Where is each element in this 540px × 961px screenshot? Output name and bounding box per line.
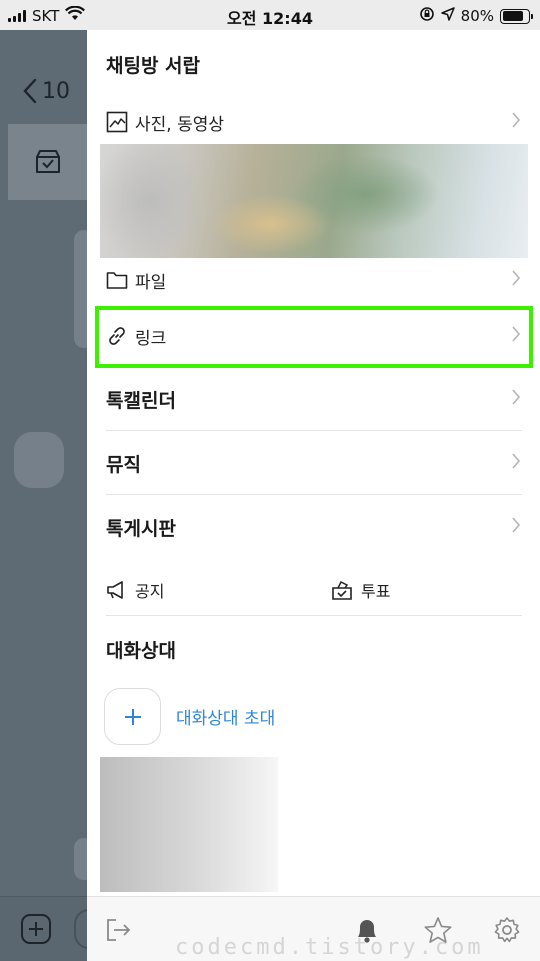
members-title: 대화상대 xyxy=(106,640,176,662)
exit-icon xyxy=(107,919,131,941)
plus-icon xyxy=(124,708,141,725)
vote-label: 투표 xyxy=(361,582,391,601)
battery-icon xyxy=(500,8,533,24)
drawer-item-calendar[interactable]: 톡캘린더 xyxy=(87,384,540,414)
calendar-label: 톡캘린더 xyxy=(106,389,176,412)
file-label: 파일 xyxy=(135,272,167,293)
highlight-box xyxy=(95,306,533,368)
chat-bubble xyxy=(14,432,64,488)
rotation-lock-icon xyxy=(419,6,435,26)
drawer-item-board[interactable]: 톡게시판 xyxy=(87,512,540,542)
media-label: 사진, 동영상 xyxy=(135,114,225,135)
notice-button[interactable]: 공지 xyxy=(105,578,164,602)
ballot-box-icon xyxy=(332,580,352,600)
settings-button[interactable] xyxy=(492,915,522,945)
chevron-right-icon xyxy=(511,516,521,538)
divider xyxy=(106,494,522,495)
watermark: codecmd.tistory.com xyxy=(175,935,484,960)
chevron-right-icon xyxy=(511,269,521,291)
location-icon xyxy=(440,7,455,25)
invite-label[interactable]: 대화상대 초대 xyxy=(176,704,275,729)
gear-icon xyxy=(494,917,520,943)
megaphone-icon xyxy=(107,581,123,599)
vote-button[interactable]: 투표 xyxy=(331,578,390,602)
drawer-item-file[interactable]: 파일 xyxy=(87,266,540,294)
leave-chat-button[interactable] xyxy=(103,915,133,945)
image-icon xyxy=(105,110,129,134)
plus-square-icon xyxy=(21,914,51,944)
invite-button[interactable] xyxy=(104,688,161,745)
status-bar: SKT 오전 12:44 80% xyxy=(0,0,540,30)
divider xyxy=(106,430,522,431)
drawer-item-music[interactable]: 뮤직 xyxy=(87,448,540,478)
archive-button[interactable] xyxy=(8,124,87,200)
chevron-right-icon xyxy=(511,388,521,410)
chevron-left-icon xyxy=(23,78,37,104)
battery-percent: 80% xyxy=(460,7,494,25)
back-count: 10 xyxy=(42,78,70,104)
music-label: 뮤직 xyxy=(106,453,141,476)
background-chat: 10 xyxy=(0,30,104,961)
drawer-item-media[interactable]: 사진, 동영상 xyxy=(87,108,540,136)
add-button[interactable] xyxy=(20,913,52,949)
chevron-right-icon xyxy=(511,111,521,133)
board-label: 톡게시판 xyxy=(106,517,176,540)
member-profile-thumbnail[interactable] xyxy=(100,757,278,892)
folder-icon xyxy=(105,268,129,292)
chevron-right-icon xyxy=(511,452,521,474)
chat-drawer: 채팅방 서랍 사진, 동영상 파일 링크 톡캘린더 뮤직 톡게시판 공지 투표 … xyxy=(87,30,540,961)
notice-label: 공지 xyxy=(135,582,165,601)
back-button[interactable]: 10 xyxy=(22,78,70,104)
drawer-title: 채팅방 서랍 xyxy=(106,55,201,77)
archive-icon xyxy=(35,150,60,173)
media-thumbnail[interactable] xyxy=(100,144,528,258)
divider xyxy=(106,615,522,616)
chat-input-bar xyxy=(0,896,104,961)
